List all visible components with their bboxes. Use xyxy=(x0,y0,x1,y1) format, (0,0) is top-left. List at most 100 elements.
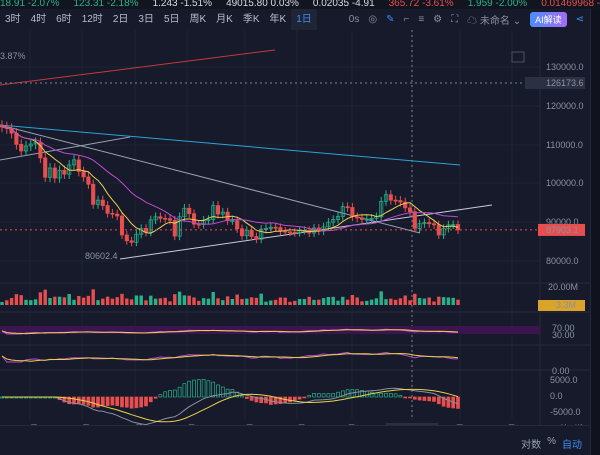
volume-bar xyxy=(341,296,345,305)
settings-icon[interactable]: ⚙ xyxy=(433,14,442,25)
candle xyxy=(52,167,57,179)
candle xyxy=(278,227,283,232)
ticker-item[interactable]: 49015.80 0.03% xyxy=(226,0,299,9)
volume-bar xyxy=(168,301,172,305)
interval-tab[interactable]: 6时 xyxy=(51,9,77,30)
volume-bar xyxy=(437,296,441,305)
macd-bar xyxy=(398,394,403,398)
interval-tab[interactable]: 2日 xyxy=(108,9,134,30)
volume-bar xyxy=(96,300,100,305)
interval-tab[interactable]: 周K xyxy=(185,9,212,30)
interval-tab[interactable]: 1日 xyxy=(291,9,317,30)
macd-tick: 0.0 xyxy=(550,391,563,401)
volume-bar xyxy=(345,299,350,305)
macd-bar xyxy=(139,396,144,408)
volume-bar xyxy=(422,298,427,305)
candle xyxy=(287,231,293,234)
ai-button[interactable]: AI解读 xyxy=(530,12,567,27)
macd-bar xyxy=(244,396,249,399)
interval-tab[interactable]: 3时 xyxy=(0,9,26,30)
macd-bar xyxy=(456,396,460,409)
macd-tick: -5000.0 xyxy=(550,407,581,417)
volume-bar xyxy=(77,296,81,305)
price-tick: 100000.0 xyxy=(546,178,584,188)
interval-tab[interactable]: 月K xyxy=(211,9,238,30)
volume-bar xyxy=(278,297,283,305)
volume-bar xyxy=(129,299,134,305)
ticker-item[interactable]: 0.02035 -4.91 xyxy=(313,0,375,9)
candle xyxy=(412,211,417,229)
macd-bar xyxy=(369,391,374,398)
volume-bar xyxy=(451,297,455,305)
candle xyxy=(292,231,297,234)
pencil-icon[interactable]: ✎ xyxy=(386,14,394,25)
ticker-item[interactable]: 0.01469968 -1 xyxy=(541,0,600,9)
macd-bar xyxy=(326,393,331,398)
interval-tab[interactable]: 5日 xyxy=(159,9,185,30)
volume-bar xyxy=(249,297,254,305)
layout-select[interactable]: ☁ 未命名 ⌄ xyxy=(467,12,521,27)
volume-bar xyxy=(312,299,316,305)
volume-bar xyxy=(331,296,335,305)
ticker-item[interactable]: 18.91 -2.07% xyxy=(0,0,60,9)
macd-bar xyxy=(336,391,340,398)
macd-bar xyxy=(374,392,379,398)
candle xyxy=(14,132,19,145)
ticker-item[interactable]: 123.31 -2.18% xyxy=(74,0,139,9)
volume-bar xyxy=(317,299,321,305)
macd-bar xyxy=(240,395,244,398)
ticker-item[interactable]: 1.959 -2.00% xyxy=(468,0,528,9)
volume-bar xyxy=(393,299,398,305)
interval-tab[interactable]: 3日 xyxy=(133,9,159,30)
candle xyxy=(124,234,129,242)
macd-bar xyxy=(393,393,398,398)
camera-icon[interactable]: ◎ xyxy=(368,14,377,25)
macd-bar xyxy=(134,396,139,409)
candle xyxy=(345,206,350,209)
volume-bar xyxy=(273,299,278,305)
list-icon[interactable]: ≡ xyxy=(418,14,424,25)
volume-bar xyxy=(144,300,148,305)
volume-bar xyxy=(9,298,14,305)
volume-bar xyxy=(211,292,215,305)
macd-bar xyxy=(331,393,336,398)
share-icon[interactable]: ⋖ xyxy=(576,14,584,25)
percent-scale-button[interactable]: % xyxy=(547,436,556,451)
interval-tab[interactable]: 年K xyxy=(265,9,292,30)
macd-bar xyxy=(403,396,408,399)
fullscreen-icon[interactable]: ⛶ xyxy=(451,14,458,25)
volume-bar xyxy=(125,298,129,305)
interval-tab[interactable]: 4时 xyxy=(26,9,52,30)
volume-bar xyxy=(158,298,163,305)
volume-bar xyxy=(110,298,115,305)
volume-bar xyxy=(101,298,105,305)
volume-bar xyxy=(374,298,379,305)
candle xyxy=(350,207,355,218)
interval-tab[interactable]: 12时 xyxy=(77,9,108,30)
ticker-item[interactable]: 365.72 -3.61% xyxy=(389,0,454,9)
crop-icon[interactable]: ⌐ xyxy=(403,14,409,25)
macd-bar xyxy=(96,396,100,408)
ticker-item[interactable]: 1.243 -1.51% xyxy=(153,0,213,9)
volume-bar xyxy=(379,291,383,305)
macd-bar xyxy=(312,393,316,398)
crosshair-price: 126173.6 xyxy=(546,78,584,88)
price-chart[interactable]: 3.87% 80602.4 130000.0 120000.0 110000.0 1000… xyxy=(0,30,590,425)
volume-bar xyxy=(264,301,268,305)
auto-scale-button[interactable]: 自动 xyxy=(562,436,582,451)
macd-bar xyxy=(129,396,134,409)
macd-bar xyxy=(100,396,105,406)
right-sidebar xyxy=(590,9,600,455)
log-scale-button[interactable]: 对数 xyxy=(521,436,541,451)
interval-tab[interactable]: 季K xyxy=(238,9,265,30)
volume-bar xyxy=(398,298,403,305)
volume-bar xyxy=(43,289,47,305)
macd-tick: 5000.0 xyxy=(550,375,578,385)
price-tick: 80000.0 xyxy=(546,256,579,266)
candle xyxy=(167,218,173,221)
low-price-label: 80602.4 xyxy=(85,251,118,261)
macd-bar xyxy=(446,396,451,408)
volume-bar xyxy=(29,300,33,305)
macd-bar xyxy=(148,396,153,403)
volume-bar xyxy=(177,291,182,305)
